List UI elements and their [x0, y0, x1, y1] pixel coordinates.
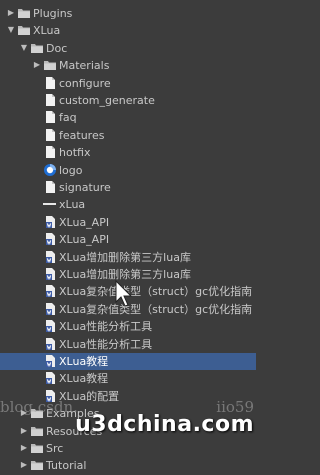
tree-item-label: Tutorial [46, 459, 87, 473]
folder-icon [30, 441, 44, 455]
doc-icon [43, 267, 57, 281]
tree-item-label: XLua [33, 24, 61, 38]
tree-item-label: configure [59, 76, 111, 90]
folder-icon [17, 23, 31, 37]
expand-arrow-down-icon[interactable]: ▼ [6, 25, 16, 35]
doc-icon [43, 215, 57, 229]
tree-item-label: Doc [46, 41, 68, 55]
expand-arrow-right-icon[interactable]: ▶ [19, 443, 29, 453]
tree-folder-xlua[interactable]: ▼ XLua [0, 22, 256, 39]
folder-icon [43, 58, 57, 72]
tree-item-label: features [59, 128, 105, 142]
tree-folder-plugins[interactable]: ▶ Plugins [0, 5, 256, 22]
tree-file-tutorial-1[interactable]: XLua教程 [0, 353, 256, 370]
tree-folder-materials[interactable]: ▶ Materials [0, 57, 256, 74]
file-icon [43, 93, 57, 107]
tree-item-label: XLua_API [59, 215, 110, 229]
expand-arrow-right-icon[interactable]: ▶ [19, 460, 29, 470]
mouse-cursor-icon [115, 280, 133, 307]
tree-folder-doc[interactable]: ▼ Doc [0, 40, 256, 57]
tree-item-label: XLua教程 [59, 372, 109, 386]
tree-file-faq[interactable]: faq [0, 109, 256, 126]
tree-item-label: hotfix [59, 146, 91, 160]
file-icon [43, 128, 57, 142]
tree-item-label: XLua性能分析工具 [59, 320, 153, 334]
tree-file-hotfix[interactable]: hotfix [0, 144, 256, 161]
tree-item-label: XLua复杂值类型（struct）gc优化指南 [59, 285, 253, 299]
tree-item-label: XLua_API [59, 233, 110, 247]
tree-file-custom-generate[interactable]: custom_generate [0, 92, 256, 109]
tree-file-perf-tool-1[interactable]: XLua性能分析工具 [0, 318, 256, 335]
tree-item-label: XLua性能分析工具 [59, 337, 153, 351]
file-icon [43, 145, 57, 159]
doc-icon [43, 250, 57, 264]
expand-arrow-right-icon[interactable]: ▶ [32, 60, 42, 70]
tree-folder-src[interactable]: ▶ Src [0, 440, 256, 457]
watermark-blog-text: blog.csdn. [0, 398, 78, 416]
site-logo-text: u3dchina.com [75, 412, 254, 437]
expand-arrow-right-icon[interactable]: ▶ [19, 426, 29, 436]
doc-icon [43, 232, 57, 246]
tree-item-label: custom_generate [59, 94, 155, 107]
tree-file-xlua-api-2[interactable]: XLua_API [0, 231, 256, 248]
tree-item-label: XLua复杂值类型（struct）gc优化指南 [59, 302, 253, 316]
tree-item-label: xLua [59, 198, 86, 212]
image-icon [43, 163, 57, 177]
tree-folder-tutorial[interactable]: ▶ Tutorial [0, 457, 256, 474]
project-tree: ▶ Plugins ▼ XLua ▼ Doc ▶ Materials configure cust… [0, 0, 256, 472]
tree-file-tutorial-2[interactable]: XLua教程 [0, 370, 256, 387]
tree-item-label: signature [59, 181, 111, 194]
tree-item-label: Plugins [33, 7, 73, 20]
doc-icon [43, 354, 57, 368]
file-icon [43, 110, 57, 124]
tree-file-third-party-1[interactable]: XLua增加删除第三方lua库 [0, 249, 256, 266]
tree-item-label: faq [59, 111, 77, 125]
folder-icon [30, 458, 44, 472]
tree-item-label: logo [59, 163, 83, 177]
folder-icon [30, 41, 44, 55]
file-icon [43, 76, 57, 90]
tree-item-label: XLua教程 [59, 355, 109, 368]
expand-arrow-right-icon[interactable]: ▶ [6, 8, 16, 18]
tree-file-logo[interactable]: logo [0, 162, 256, 179]
tree-file-configure[interactable]: configure [0, 75, 256, 92]
tree-item-label: Materials [59, 59, 110, 73]
tree-file-xlua-api-1[interactable]: XLua_API [0, 214, 256, 231]
doc-icon [43, 319, 57, 333]
doc-icon [43, 337, 57, 351]
tree-item-label: XLua增加删除第三方lua库 [59, 250, 191, 264]
folder-icon [17, 6, 31, 20]
doc-icon [43, 371, 57, 385]
doc-icon [43, 302, 57, 316]
asset-icon [43, 197, 57, 211]
expand-arrow-down-icon[interactable]: ▼ [19, 43, 29, 53]
folder-icon [30, 424, 44, 438]
tree-file-xlua-asset[interactable]: xLua [0, 196, 256, 213]
file-icon [43, 180, 57, 194]
tree-file-perf-tool-2[interactable]: XLua性能分析工具 [0, 336, 256, 353]
tree-file-features[interactable]: features [0, 127, 256, 144]
tree-item-label: Src [46, 442, 64, 455]
tree-file-signature[interactable]: signature [0, 179, 256, 196]
doc-icon [43, 284, 57, 298]
